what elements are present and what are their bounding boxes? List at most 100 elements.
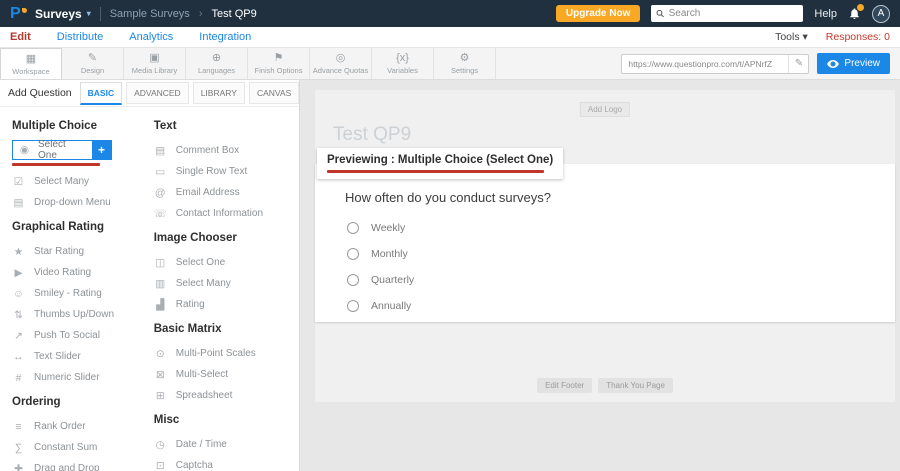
- eye-icon: [827, 60, 839, 68]
- question-type-select-one[interactable]: ◉ Select One +: [12, 140, 112, 160]
- preview-button[interactable]: Preview: [817, 53, 890, 74]
- tab-library[interactable]: LIBRARY: [193, 82, 245, 104]
- survey-canvas: Add Logo Test QP9 Previewing : Multiple …: [300, 80, 900, 471]
- design-icon: ✎: [88, 52, 97, 65]
- media-library-icon: ▣: [149, 52, 159, 65]
- tab-variables[interactable]: {x} Variables: [372, 48, 434, 79]
- question-type-numeric-slider[interactable]: # Numeric Slider: [12, 367, 136, 388]
- question-type-multi-select[interactable]: ⊠ Multi-Select: [154, 364, 291, 385]
- select-many-icon: ☑: [12, 176, 25, 188]
- tab-settings[interactable]: ⚙ Settings: [434, 48, 496, 79]
- image-rating-icon: ▟: [154, 299, 167, 311]
- question-type-drag-and-drop[interactable]: ✚ Drag and Drop: [12, 458, 136, 471]
- logo-accent-dot: [22, 8, 27, 13]
- survey-url-input[interactable]: [622, 59, 788, 69]
- menu-integration[interactable]: Integration: [199, 31, 251, 43]
- tab-canvas[interactable]: CANVAS: [249, 82, 299, 104]
- menu-analytics[interactable]: Analytics: [129, 31, 173, 43]
- tab-design[interactable]: ✎ Design: [62, 48, 124, 79]
- finish-options-icon: ⚑: [274, 52, 284, 65]
- question-type-image-rating[interactable]: ▟ Rating: [154, 294, 291, 315]
- text-slider-icon: ↔: [12, 351, 25, 363]
- chevron-down-icon: ▾: [87, 9, 91, 18]
- radio-button[interactable]: [347, 222, 359, 234]
- question-type-contact-information[interactable]: ☏ Contact Information: [154, 203, 291, 224]
- survey-title[interactable]: Test QP9: [333, 124, 411, 146]
- upgrade-now-button[interactable]: Upgrade Now: [556, 5, 640, 22]
- question-type-smiley-rating[interactable]: ☺ Smiley - Rating: [12, 283, 136, 304]
- radio-button[interactable]: [347, 248, 359, 260]
- breadcrumb-separator: ›: [199, 8, 203, 20]
- help-link[interactable]: Help: [814, 8, 837, 20]
- tab-languages[interactable]: ⊕ Languages: [186, 48, 248, 79]
- surveys-label: Surveys: [35, 7, 82, 21]
- breadcrumb-parent-link[interactable]: Sample Surveys: [110, 8, 190, 20]
- topbar-divider: [100, 7, 101, 21]
- search-icon: [656, 9, 664, 18]
- question-type-dropdown-menu[interactable]: ▤ Drop-down Menu: [12, 192, 136, 213]
- notifications-button[interactable]: [848, 7, 861, 20]
- question-type-date-time[interactable]: ◷ Date / Time: [154, 434, 291, 455]
- edit-url-icon[interactable]: ✎: [788, 55, 808, 73]
- menu-bar: Edit Distribute Analytics Integration To…: [0, 27, 900, 48]
- question-type-star-rating[interactable]: ★ Star Rating: [12, 241, 136, 262]
- section-heading-basic-matrix: Basic Matrix: [154, 323, 291, 335]
- add-question-plus-button[interactable]: +: [92, 141, 111, 159]
- add-logo-button[interactable]: Add Logo: [580, 102, 630, 117]
- question-type-email-address[interactable]: @ Email Address: [154, 182, 291, 203]
- survey-page: Add Logo Test QP9 Previewing : Multiple …: [315, 90, 895, 402]
- question-preview-card: How often do you conduct surveys? Weekly…: [315, 164, 895, 322]
- radio-button[interactable]: [347, 274, 359, 286]
- question-type-captcha[interactable]: ⊡ Captcha: [154, 455, 291, 471]
- surveys-menu-button[interactable]: Surveys ▾: [35, 7, 91, 21]
- question-type-image-select-one[interactable]: ◫ Select One: [154, 252, 291, 273]
- tab-media-library[interactable]: ▣ Media Library: [124, 48, 186, 79]
- question-type-select-many[interactable]: ☑ Select Many: [12, 171, 136, 192]
- star-rating-icon: ★: [12, 246, 25, 258]
- question-type-image-select-many[interactable]: ▥ Select Many: [154, 273, 291, 294]
- panel-title: Add Question: [8, 87, 72, 99]
- variables-icon: {x}: [396, 52, 409, 65]
- add-question-panel: Add Question BASIC ADVANCED LIBRARY CANV…: [0, 80, 300, 471]
- tools-dropdown[interactable]: Tools ▾: [775, 31, 808, 43]
- question-type-video-rating[interactable]: ▶ Video Rating: [12, 262, 136, 283]
- question-type-spreadsheet[interactable]: ⊞ Spreadsheet: [154, 385, 291, 406]
- menu-distribute[interactable]: Distribute: [57, 31, 103, 43]
- spreadsheet-icon: ⊞: [154, 390, 167, 402]
- answer-option: Quarterly: [347, 267, 895, 293]
- annotation-underline: [327, 170, 544, 173]
- section-heading-multiple-choice: Multiple Choice: [12, 120, 136, 132]
- tab-basic[interactable]: BASIC: [80, 82, 122, 105]
- responses-count-link[interactable]: Responses: 0: [826, 31, 890, 43]
- question-type-rank-order[interactable]: ≡ Rank Order: [12, 416, 136, 437]
- contact-information-icon: ☏: [154, 208, 167, 220]
- global-search[interactable]: [651, 5, 803, 22]
- tab-workspace[interactable]: ▦ Workspace: [0, 48, 62, 79]
- workspace-icon: ▦: [26, 53, 36, 66]
- question-type-single-row-text[interactable]: ▭ Single Row Text: [154, 161, 291, 182]
- questionpro-logo[interactable]: P: [10, 6, 26, 22]
- image-select-many-icon: ▥: [154, 278, 167, 290]
- tab-advance-quotas[interactable]: ◎ Advance Quotas: [310, 48, 372, 79]
- section-heading-ordering: Ordering: [12, 396, 136, 408]
- account-avatar[interactable]: A: [872, 5, 890, 23]
- tab-advanced[interactable]: ADVANCED: [126, 82, 189, 104]
- question-type-push-to-social[interactable]: ↗ Push To Social: [12, 325, 136, 346]
- thank-you-page-button[interactable]: Thank You Page: [598, 378, 673, 393]
- menu-edit[interactable]: Edit: [10, 31, 31, 43]
- annotation-underline: [12, 163, 100, 166]
- previewing-header: Previewing : Multiple Choice (Select One…: [317, 148, 563, 179]
- captcha-icon: ⊡: [154, 460, 167, 471]
- question-type-thumbs-up-down[interactable]: ⇅ Thumbs Up/Down: [12, 304, 136, 325]
- question-type-text-slider[interactable]: ↔ Text Slider: [12, 346, 136, 367]
- section-heading-graphical-rating: Graphical Rating: [12, 221, 136, 233]
- question-type-comment-box[interactable]: ▤ Comment Box: [154, 140, 291, 161]
- tab-finish-options[interactable]: ⚑ Finish Options: [248, 48, 310, 79]
- logo-letter: P: [10, 6, 21, 22]
- question-type-multi-point-scales[interactable]: ⊙ Multi-Point Scales: [154, 343, 291, 364]
- select-one-icon: ◉: [18, 144, 31, 156]
- edit-footer-button[interactable]: Edit Footer: [537, 378, 592, 393]
- question-type-constant-sum[interactable]: ∑ Constant Sum: [12, 437, 136, 458]
- radio-button[interactable]: [347, 300, 359, 312]
- search-input[interactable]: [669, 8, 799, 19]
